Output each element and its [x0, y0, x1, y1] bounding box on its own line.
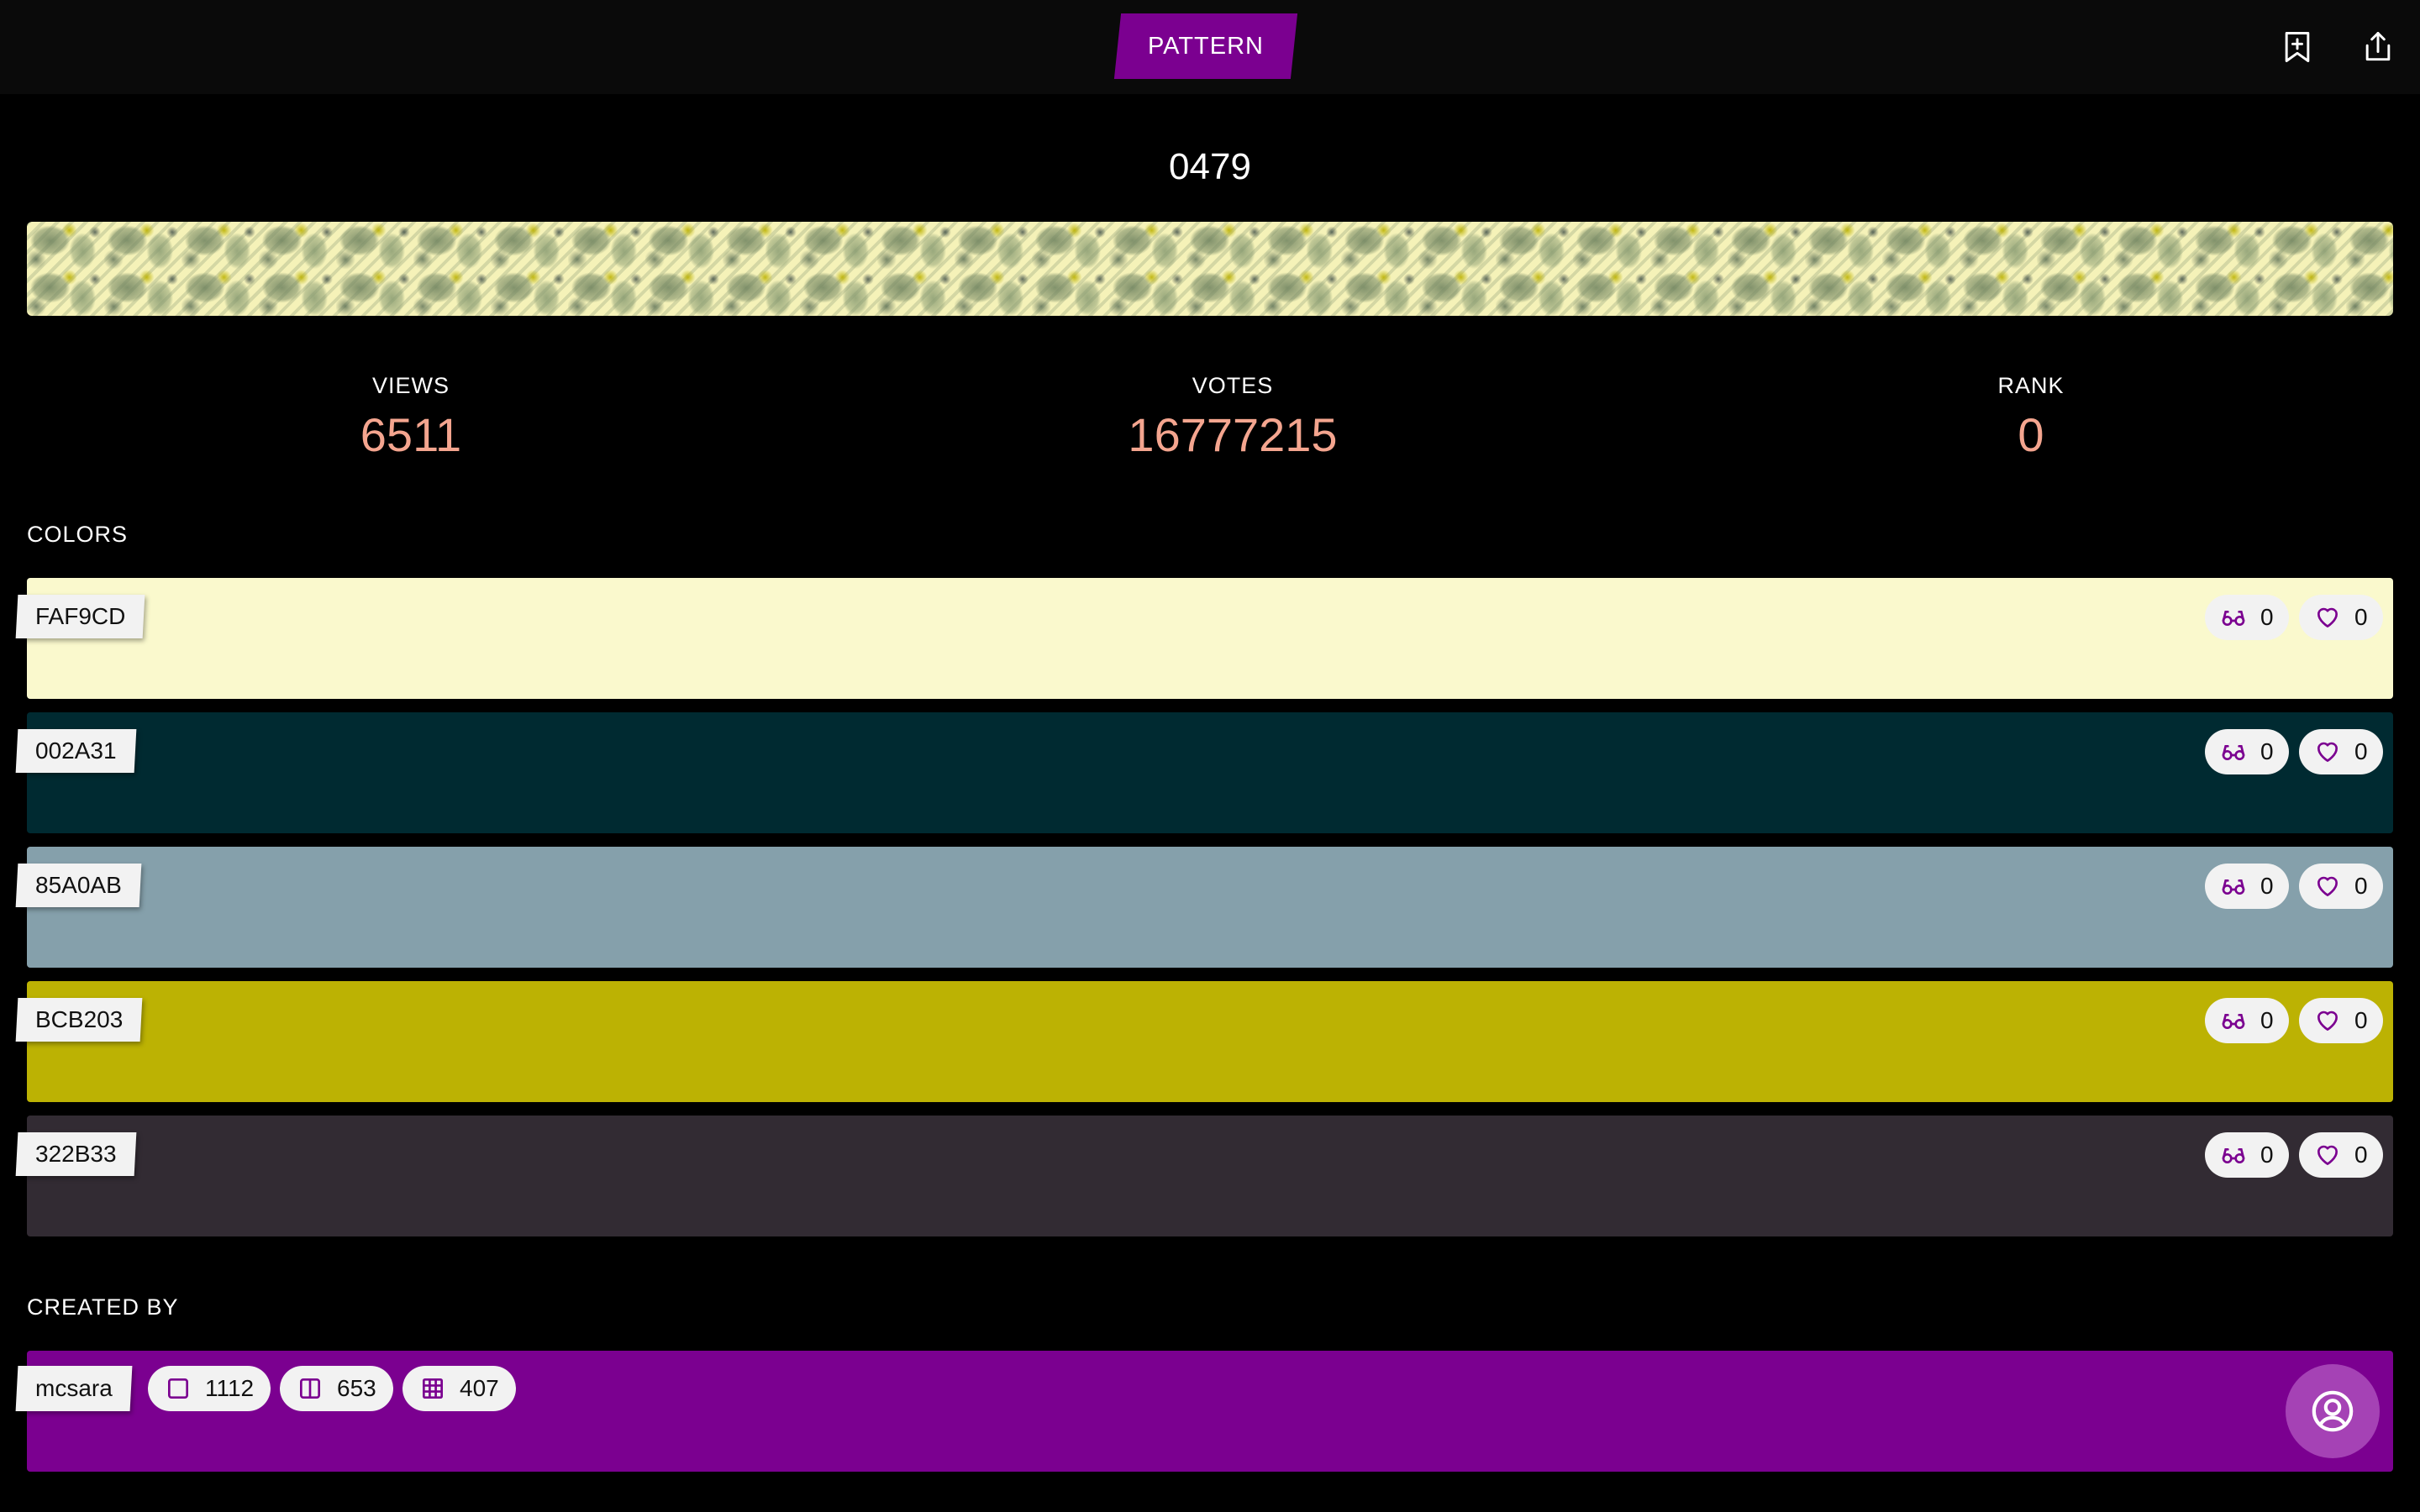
stat-votes-label: VOTES [1192, 373, 1274, 398]
color-hex-tag[interactable]: BCB203 [15, 998, 143, 1042]
color-row[interactable]: BCB203 0 0 [15, 981, 2393, 1102]
heart-icon [2317, 1145, 2338, 1165]
glasses-icon [2222, 879, 2245, 895]
creator-card[interactable]: mcsara 1112 653 407 [15, 1351, 2393, 1472]
color-row[interactable]: FAF9CD 0 0 [15, 578, 2393, 699]
creator-colors-count: 1112 [205, 1375, 255, 1401]
color-like-count: 0 [2354, 873, 2368, 899]
heart-icon [2317, 876, 2338, 896]
creator-username: mcsara [35, 1375, 113, 1401]
stat-votes-value: 16777215 [1128, 408, 1338, 461]
color-hex-label: 002A31 [35, 738, 117, 764]
color-like-pill[interactable]: 0 [2299, 595, 2383, 640]
color-views-pill[interactable]: 0 [2205, 595, 2289, 640]
creator-username-tag[interactable]: mcsara [15, 1366, 133, 1411]
color-like-pill[interactable]: 0 [2299, 998, 2383, 1043]
heart-icon [2317, 607, 2338, 627]
creator-patterns-count: 407 [460, 1375, 499, 1401]
heart-icon [2317, 742, 2338, 762]
user-circle-icon [2312, 1390, 2354, 1432]
creator-colors-pill[interactable]: 1112 [148, 1366, 271, 1411]
color-hex-tag[interactable]: 85A0AB [15, 864, 142, 907]
colors-section-label: COLORS [27, 522, 129, 547]
stat-views: VIEWS 6511 [201, 373, 621, 462]
top-bar: PATTERN [0, 0, 2420, 94]
creator-palettes-pill[interactable]: 653 [280, 1366, 393, 1411]
columns-icon [300, 1378, 320, 1399]
color-views-count: 0 [2260, 1142, 2274, 1168]
pattern-title: 0479 [1169, 146, 1251, 187]
stat-rank-label: RANK [1997, 373, 2065, 398]
color-like-pill[interactable]: 0 [2299, 1132, 2383, 1178]
grid-icon [423, 1378, 443, 1399]
color-hex-label: 322B33 [35, 1141, 117, 1167]
color-views-pill[interactable]: 0 [2205, 729, 2289, 774]
color-hex-tag[interactable]: 002A31 [15, 729, 136, 773]
stat-rank: RANK 0 [1821, 373, 2241, 462]
created-by-label: CREATED BY [27, 1294, 179, 1320]
profile-button[interactable] [2286, 1364, 2380, 1458]
heart-icon [2317, 1011, 2338, 1031]
color-hex-tag[interactable]: FAF9CD [15, 595, 145, 638]
color-row[interactable]: 002A31 0 0 [15, 712, 2393, 833]
color-views-pill[interactable]: 0 [2205, 998, 2289, 1043]
tab-pattern-label: PATTERN [1147, 32, 1265, 60]
stat-votes: VOTES 16777215 [1023, 373, 1443, 462]
color-views-count: 0 [2260, 604, 2274, 630]
color-like-count: 0 [2354, 738, 2368, 764]
stat-views-value: 6511 [360, 408, 462, 461]
color-views-pill[interactable]: 0 [2205, 864, 2289, 909]
color-like-count: 0 [2354, 1142, 2368, 1168]
glasses-icon [2222, 1014, 2245, 1029]
color-views-count: 0 [2260, 738, 2274, 764]
color-like-pill[interactable]: 0 [2299, 864, 2383, 909]
glasses-icon [2222, 1148, 2245, 1163]
color-like-pill[interactable]: 0 [2299, 729, 2383, 774]
stat-views-label: VIEWS [371, 373, 450, 398]
creator-patterns-pill[interactable]: 407 [402, 1366, 516, 1411]
color-row[interactable]: 85A0AB 0 0 [15, 847, 2393, 968]
color-hex-tag[interactable]: 322B33 [15, 1132, 136, 1176]
color-views-count: 0 [2260, 1007, 2274, 1033]
color-views-pill[interactable]: 0 [2205, 1132, 2289, 1178]
color-like-count: 0 [2354, 1007, 2368, 1033]
color-hex-label: FAF9CD [35, 603, 126, 629]
glasses-icon [2222, 611, 2245, 626]
stat-rank-value: 0 [2018, 408, 2044, 461]
share-icon[interactable] [2356, 25, 2400, 69]
glasses-icon [2222, 745, 2245, 760]
color-hex-label: BCB203 [35, 1006, 124, 1032]
color-views-count: 0 [2260, 873, 2274, 899]
pattern-preview[interactable] [27, 222, 2393, 316]
color-row[interactable]: 322B33 0 0 [15, 1116, 2393, 1236]
tab-pattern[interactable]: PATTERN [1113, 13, 1298, 79]
square-icon [168, 1378, 188, 1399]
color-hex-label: 85A0AB [35, 872, 122, 898]
bookmark-add-icon[interactable] [2275, 25, 2319, 69]
color-like-count: 0 [2354, 604, 2368, 630]
creator-palettes-count: 653 [337, 1375, 376, 1401]
